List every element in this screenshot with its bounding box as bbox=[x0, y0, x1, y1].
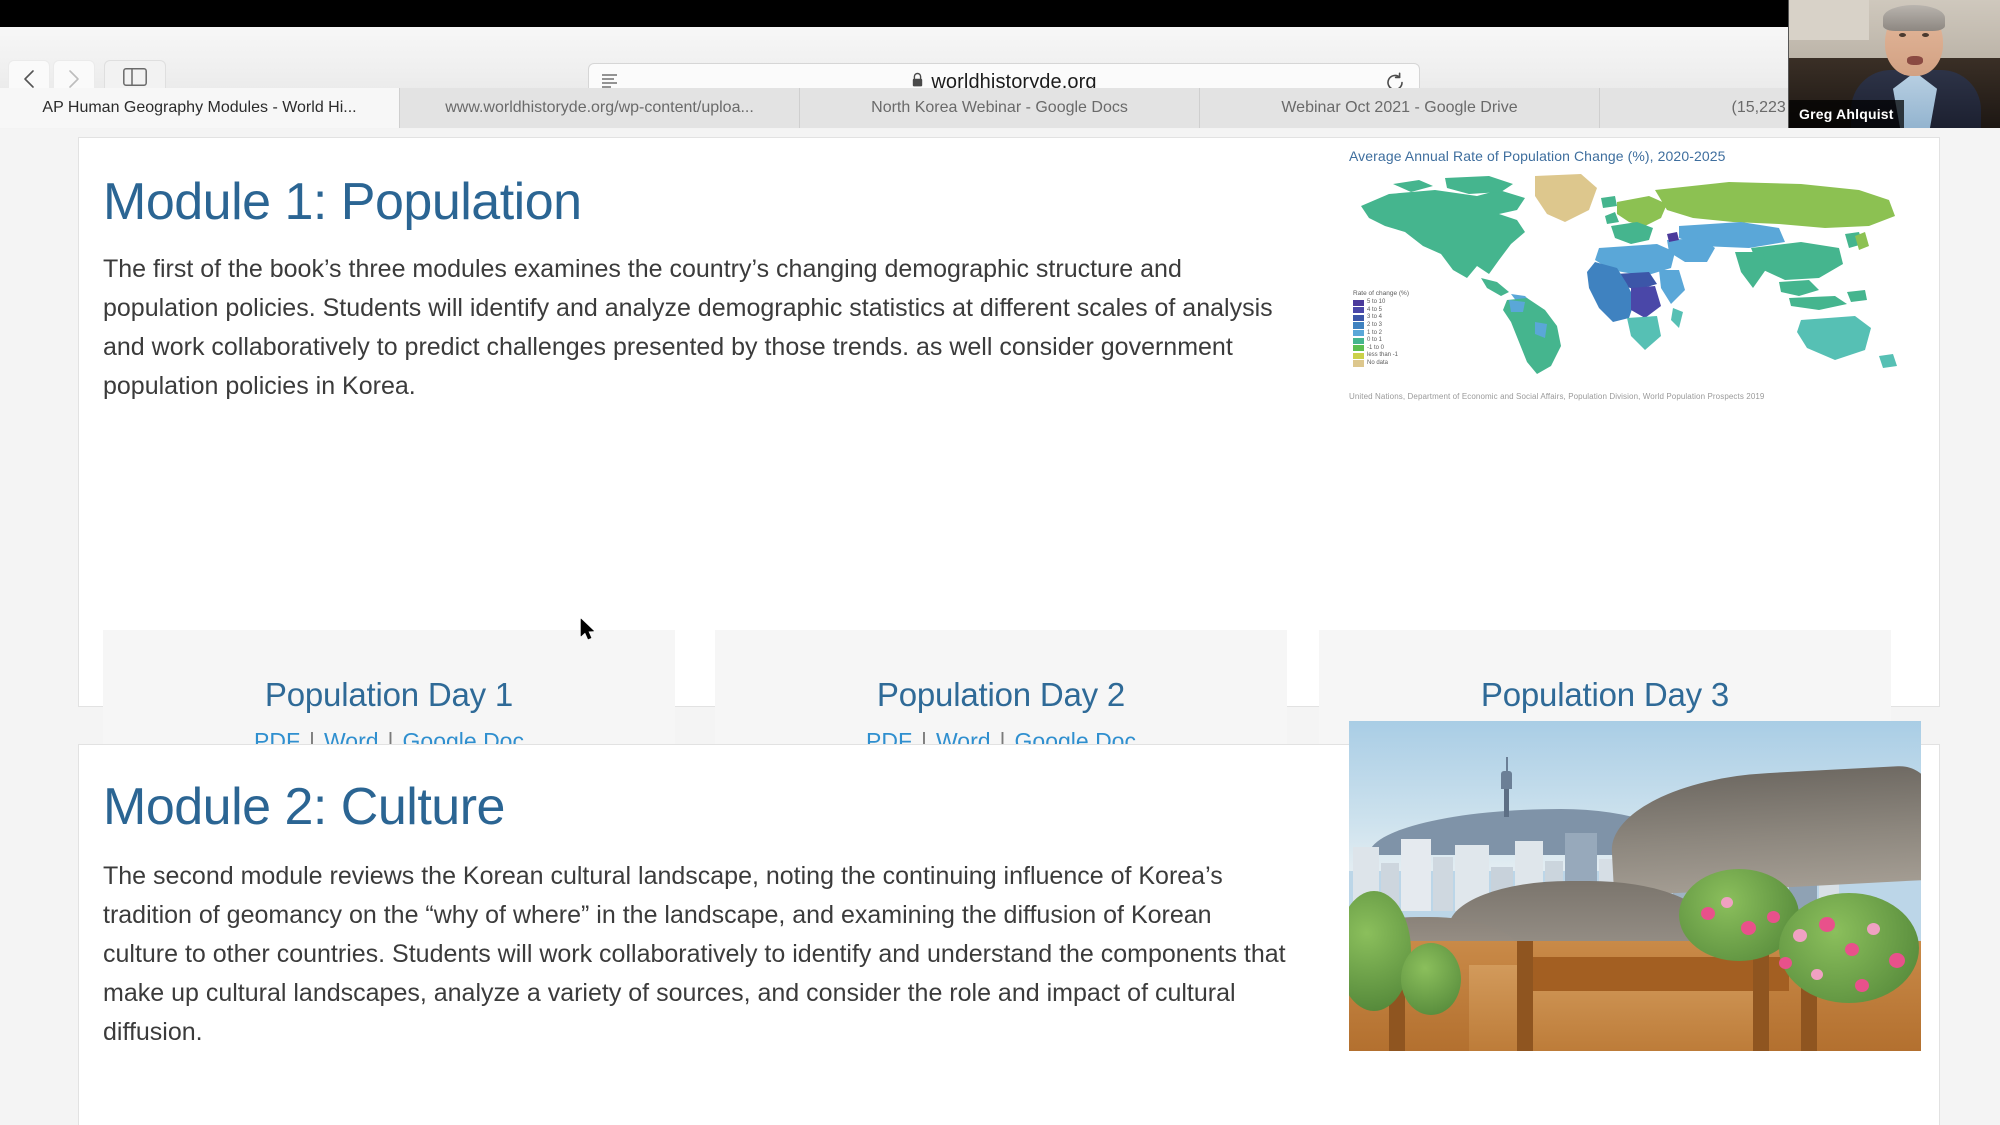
legend-label: 0 to 1 bbox=[1367, 337, 1383, 344]
chevron-right-icon bbox=[67, 69, 81, 89]
photo-flower bbox=[1779, 957, 1792, 969]
module-card-culture: Module 2: Culture The second module revi… bbox=[78, 721, 1940, 1125]
map-title: Average Annual Rate of Population Change… bbox=[1349, 148, 1726, 164]
photo-flower bbox=[1889, 953, 1905, 968]
tab-1[interactable]: www.worldhistoryde.org/wp-content/uploa.… bbox=[400, 88, 800, 128]
map-source-citation: United Nations, Department of Economic a… bbox=[1349, 392, 1765, 401]
webcam-participant-name: Greg Ahlquist bbox=[1789, 100, 1904, 128]
legend-swatch bbox=[1353, 345, 1364, 352]
legend-item: 1 to 2 bbox=[1353, 329, 1473, 337]
legend-swatch bbox=[1353, 330, 1364, 337]
photo-flower bbox=[1701, 907, 1715, 920]
legend-swatch bbox=[1353, 307, 1364, 314]
day-card-title: Population Day 1 bbox=[264, 675, 514, 713]
webcam-person-eye-left bbox=[1899, 33, 1906, 37]
webcam-person-hair bbox=[1883, 5, 1945, 31]
legend-swatch bbox=[1353, 337, 1364, 344]
photo-flower bbox=[1855, 979, 1869, 992]
legend-item: 4 to 5 bbox=[1353, 307, 1473, 315]
legend-label: -1 to 0 bbox=[1367, 344, 1385, 351]
tab-strip: AP Human Geography Modules - World Hi...… bbox=[0, 88, 2000, 128]
map-legend: Rate of change (%) 5 to 10 4 to 5 3 to 4 bbox=[1353, 290, 1473, 367]
module-1-title: Module 1: Population bbox=[103, 173, 582, 231]
top-black-bar bbox=[0, 0, 2000, 27]
day-card-title: Population Day 3 bbox=[1480, 675, 1730, 713]
photo-flower bbox=[1845, 943, 1859, 956]
webcam-background-panel bbox=[1789, 0, 1869, 40]
photo-foliage bbox=[1401, 943, 1461, 1015]
legend-item: -1 to 0 bbox=[1353, 345, 1473, 353]
population-change-map-figure: Average Annual Rate of Population Change… bbox=[1349, 148, 1917, 438]
legend-label: 2 to 3 bbox=[1367, 322, 1383, 329]
tab-0[interactable]: AP Human Geography Modules - World Hi... bbox=[0, 88, 400, 128]
legend-swatch bbox=[1353, 352, 1364, 360]
photo-flower bbox=[1867, 923, 1880, 935]
tab-3[interactable]: Webinar Oct 2021 - Google Drive bbox=[1200, 88, 1600, 128]
photo-flower bbox=[1793, 929, 1807, 942]
legend-item: 2 to 3 bbox=[1353, 322, 1473, 330]
legend-swatch bbox=[1353, 314, 1364, 322]
module-card-population: Module 1: Population The first of the bo… bbox=[78, 137, 1940, 800]
module-2-body: The second module reviews the Korean cul… bbox=[103, 862, 1286, 1046]
mouse-cursor bbox=[580, 618, 597, 647]
legend-label: 1 to 2 bbox=[1367, 329, 1383, 336]
legend-item: No data bbox=[1353, 360, 1473, 368]
legend-label: 3 to 4 bbox=[1367, 314, 1383, 321]
day-card-title: Population Day 2 bbox=[876, 675, 1126, 713]
tab-2[interactable]: North Korea Webinar - Google Docs bbox=[800, 88, 1200, 128]
legend-item: 5 to 10 bbox=[1353, 299, 1473, 307]
legend-label: 5 to 10 bbox=[1367, 299, 1386, 306]
photo-flower bbox=[1811, 969, 1823, 980]
photo-flower bbox=[1721, 897, 1733, 908]
legend-item: less than -1 bbox=[1353, 352, 1473, 360]
photo-tower-top bbox=[1501, 771, 1512, 789]
module-1-body: The first of the book’s three modules ex… bbox=[103, 255, 1273, 400]
map-canvas: Rate of change (%) 5 to 10 4 to 5 3 to 4 bbox=[1349, 170, 1909, 380]
chevron-left-icon bbox=[22, 69, 36, 89]
legend-swatch bbox=[1353, 299, 1364, 306]
webpage-content: Module 1: Population The first of the bo… bbox=[0, 129, 2000, 1125]
legend-label: 4 to 5 bbox=[1367, 306, 1383, 313]
photo-wooden-fence bbox=[1529, 957, 1789, 991]
webcam-person-eye-right bbox=[1922, 33, 1929, 37]
legend-swatch bbox=[1353, 322, 1364, 329]
webcam-overlay[interactable]: Greg Ahlquist bbox=[1788, 0, 2000, 128]
photo-flower bbox=[1741, 921, 1756, 935]
photo-wood-post bbox=[1517, 941, 1533, 1051]
seoul-cityscape-photo bbox=[1349, 721, 1921, 1051]
legend-title: Rate of change (%) bbox=[1353, 290, 1410, 297]
photo-flower bbox=[1767, 911, 1780, 923]
webcam-person-mouth bbox=[1907, 56, 1923, 65]
photo-tower-spire bbox=[1505, 757, 1508, 773]
module-2-title: Module 2: Culture bbox=[103, 778, 505, 836]
legend-label: less than -1 bbox=[1367, 352, 1399, 359]
legend-label: No data bbox=[1367, 360, 1389, 367]
photo-flower bbox=[1819, 917, 1835, 932]
screenshot-root: worldhistoryde.org AP Human Geography Mo… bbox=[0, 0, 2000, 1125]
arrow-cursor-icon bbox=[580, 618, 594, 640]
legend-swatch bbox=[1353, 360, 1364, 367]
legend-item: 3 to 4 bbox=[1353, 314, 1473, 322]
legend-item: 0 to 1 bbox=[1353, 337, 1473, 345]
